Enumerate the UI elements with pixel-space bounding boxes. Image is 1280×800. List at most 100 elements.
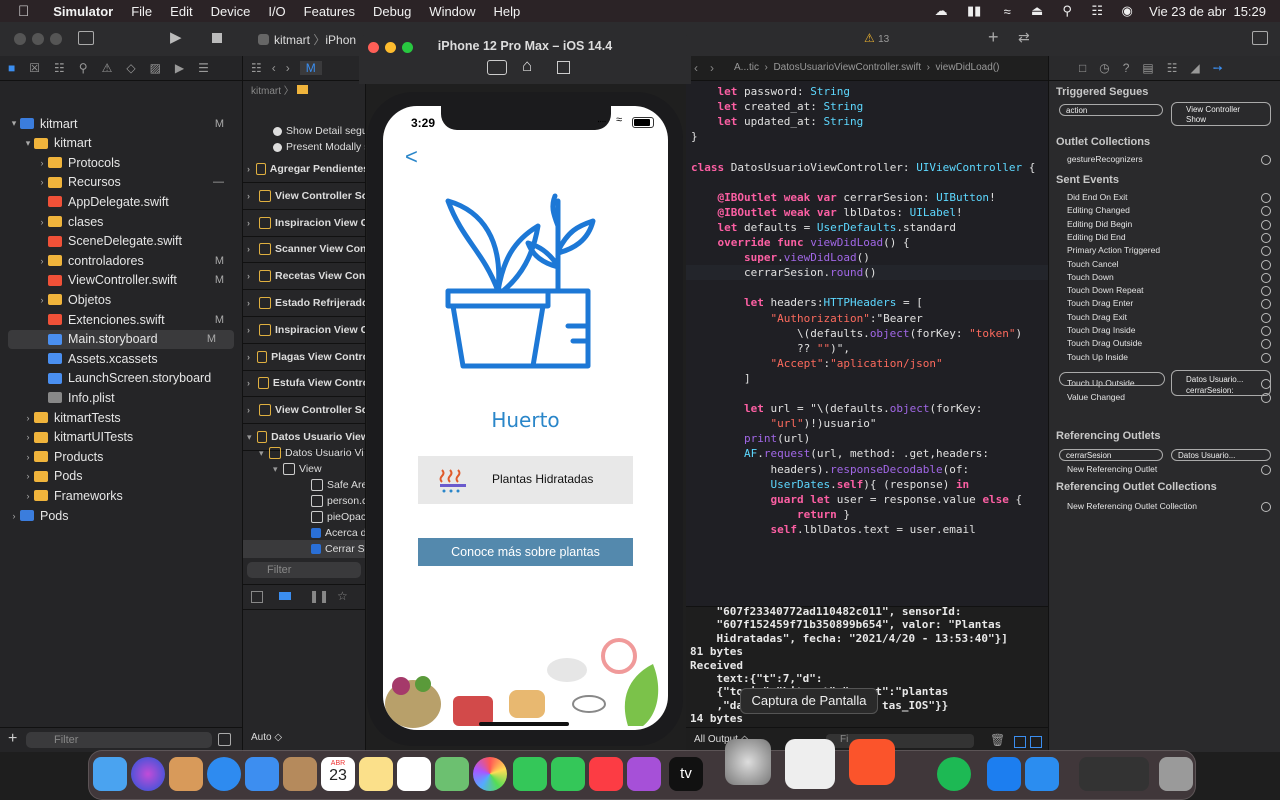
- reminders-icon[interactable]: [397, 757, 431, 791]
- file-tree-row[interactable]: Info.plist: [0, 388, 242, 407]
- touch-up-target[interactable]: Datos Usuario... cerrarSesion:: [1171, 370, 1271, 396]
- outline-filter[interactable]: Filter: [247, 562, 361, 578]
- code-editor[interactable]: ‹ › A...tic › DatosUsuarioViewController…: [686, 56, 1048, 606]
- debug-icon[interactable]: ▨: [150, 61, 161, 75]
- siri-icon[interactable]: ◉: [1119, 3, 1135, 19]
- menu-edit[interactable]: Edit: [170, 4, 192, 19]
- help-icon[interactable]: ?: [1123, 61, 1130, 75]
- spotify-icon[interactable]: [937, 757, 971, 791]
- swap-layout-icon[interactable]: ⇄: [1018, 29, 1030, 46]
- maps-icon[interactable]: [435, 757, 469, 791]
- file-tree-row[interactable]: LaunchScreen.storyboard: [0, 369, 242, 388]
- cloud-icon[interactable]: ☁: [933, 3, 949, 19]
- connection-circle[interactable]: [1261, 502, 1271, 512]
- disclosure-icon[interactable]: ▾: [247, 432, 257, 443]
- add-icon[interactable]: +: [8, 730, 17, 748]
- forward-icon[interactable]: ›: [286, 61, 290, 75]
- menu-features[interactable]: Features: [304, 4, 355, 19]
- file-tree-row[interactable]: Extenciones.swift M: [0, 310, 242, 329]
- outline-scene-row[interactable]: › Inspiracion View C: [243, 210, 365, 237]
- debug-console[interactable]: "607f23340772ad110482c011", sensorId: "6…: [686, 606, 1048, 753]
- search-icon[interactable]: ⚲: [79, 61, 88, 75]
- disclosure-icon[interactable]: ›: [22, 452, 34, 462]
- disclosure-icon[interactable]: ›: [8, 511, 20, 521]
- minimize-button[interactable]: [32, 33, 44, 45]
- navigator-filter-field[interactable]: Filter: [26, 732, 212, 748]
- outline-scene-row[interactable]: › Agregar Pendientes: [243, 156, 365, 183]
- back-icon[interactable]: ‹: [272, 61, 276, 75]
- menu-io[interactable]: I/O: [268, 4, 285, 19]
- close-button[interactable]: [14, 33, 26, 45]
- file-tree-row[interactable]: SceneDelegate.swift: [0, 232, 242, 251]
- disclosure-icon[interactable]: ›: [247, 191, 259, 201]
- file-tree-row[interactable]: Assets.xcassets: [0, 349, 242, 368]
- outline-scene-row[interactable]: › Plagas View Contro: [243, 344, 365, 371]
- disclosure-icon[interactable]: ›: [36, 217, 48, 227]
- segue-target[interactable]: View Controller Show: [1171, 102, 1271, 126]
- outline-child-row[interactable]: Cerrar Ses: [243, 540, 365, 558]
- file-tree-row[interactable]: ViewController.swift M: [0, 271, 242, 290]
- disclosure-icon[interactable]: ›: [36, 177, 48, 187]
- attributes-icon[interactable]: ☷: [1167, 61, 1178, 75]
- outline-scene-row[interactable]: › Estufa View Contro: [243, 370, 365, 398]
- search-icon[interactable]: ⚲: [1059, 3, 1075, 19]
- test-icon[interactable]: ◇: [126, 61, 135, 75]
- plantas-card[interactable]: Plantas Hidratadas: [418, 456, 633, 504]
- size-icon[interactable]: ◢: [1191, 61, 1200, 75]
- split-view-icon[interactable]: [1030, 736, 1042, 748]
- breakpoint-icon[interactable]: ▶: [175, 61, 184, 75]
- photos-icon[interactable]: [473, 757, 507, 791]
- learn-more-button[interactable]: Conoce más sobre plantas: [418, 538, 633, 566]
- apple-tv-icon[interactable]: tv: [669, 757, 703, 791]
- editor-breadcrumb[interactable]: A...tic › DatosUsuarioViewController.swi…: [734, 62, 999, 73]
- zoom-button[interactable]: [50, 33, 62, 45]
- report-icon[interactable]: ☰: [198, 61, 209, 75]
- launchpad-icon[interactable]: [169, 757, 203, 791]
- disclosure-icon[interactable]: ›: [247, 325, 259, 335]
- action-connection[interactable]: action: [1059, 104, 1163, 116]
- notes-icon[interactable]: [359, 757, 393, 791]
- finder-icon[interactable]: [93, 757, 127, 791]
- connection-circle[interactable]: [1261, 312, 1271, 323]
- apple-icon[interactable]: : [18, 3, 29, 20]
- connection-circle[interactable]: [1261, 465, 1271, 475]
- disclosure-icon[interactable]: ▾: [273, 464, 283, 475]
- grid-icon[interactable]: ☷: [251, 61, 262, 75]
- file-tree-row[interactable]: › kitmartUITests: [0, 428, 242, 447]
- disclosure-icon[interactable]: ›: [22, 471, 34, 481]
- xcode-icon[interactable]: [987, 757, 1021, 791]
- calendar-icon[interactable]: ABR 23: [321, 757, 355, 791]
- connection-circle[interactable]: [1261, 193, 1271, 203]
- connection-circle[interactable]: [1261, 286, 1271, 297]
- hide-debug-icon[interactable]: [251, 591, 263, 603]
- outline-scene-row[interactable]: › View Controller Sc: [243, 397, 365, 425]
- connection-circle[interactable]: [1261, 339, 1271, 350]
- disclosure-icon[interactable]: ›: [247, 218, 259, 228]
- file-tree-row[interactable]: AppDelegate.swift: [0, 192, 242, 211]
- inspector-toggle-icon[interactable]: [1252, 31, 1268, 45]
- step-icon[interactable]: ☆: [337, 589, 348, 603]
- disclosure-icon[interactable]: ›: [22, 432, 34, 442]
- podcasts-icon[interactable]: [627, 757, 661, 791]
- back-button[interactable]: <: [405, 144, 418, 170]
- music-icon[interactable]: [589, 757, 623, 791]
- downloads-stack-icon[interactable]: [1079, 757, 1149, 791]
- connection-circle[interactable]: [1261, 272, 1271, 283]
- disclosure-icon[interactable]: ›: [247, 244, 259, 254]
- folder-icon[interactable]: ■: [8, 61, 15, 75]
- contacts-icon[interactable]: [283, 757, 317, 791]
- file-tree-row[interactable]: › Objetos: [0, 290, 242, 309]
- disclosure-icon[interactable]: ›: [22, 491, 34, 501]
- connection-circle[interactable]: [1261, 326, 1271, 336]
- file-tree-row[interactable]: › Pods: [0, 506, 242, 525]
- trash-icon[interactable]: 🗑: [990, 733, 1005, 747]
- menu-help[interactable]: Help: [494, 4, 521, 19]
- eject-icon[interactable]: ⏏: [1029, 3, 1045, 19]
- home-icon[interactable]: ⌂: [522, 56, 532, 76]
- outline-scene-row[interactable]: › Inspiracion View C: [243, 317, 365, 344]
- menu-window[interactable]: Window: [429, 4, 475, 19]
- stop-icon[interactable]: [212, 33, 222, 43]
- connection-circle[interactable]: [1261, 299, 1271, 310]
- add-icon[interactable]: +: [988, 27, 999, 48]
- console-filter[interactable]: Fi: [826, 734, 974, 748]
